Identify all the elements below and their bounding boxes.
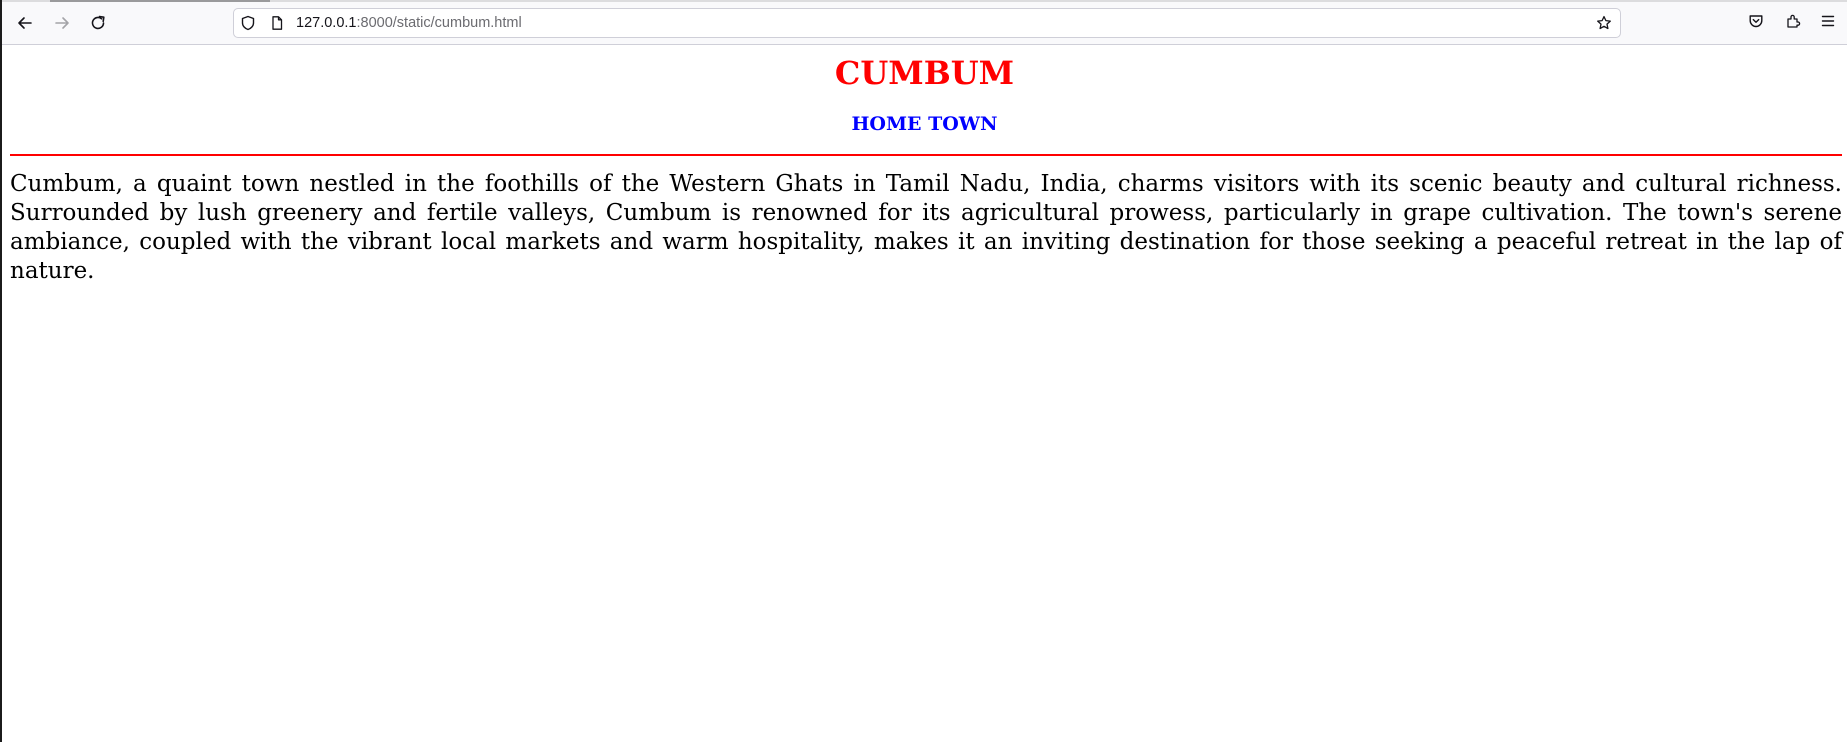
browser-toolbar: 127.0.0.1:8000/static/cumbum.html (0, 2, 1847, 45)
back-button[interactable] (10, 8, 40, 38)
pocket-icon (1748, 13, 1764, 33)
reload-icon (89, 14, 107, 32)
hamburger-menu-icon (1820, 13, 1836, 33)
reload-button[interactable] (83, 8, 113, 38)
town-description: Cumbum, a quaint town nestled in the foo… (10, 171, 1842, 284)
back-arrow-icon (16, 14, 34, 32)
address-bar[interactable]: 127.0.0.1:8000/static/cumbum.html (233, 8, 1621, 38)
app-menu-button[interactable] (1815, 10, 1841, 36)
extensions-icon (1785, 13, 1801, 33)
forward-arrow-icon (53, 14, 71, 32)
tracking-protection-shield-icon[interactable] (240, 15, 256, 31)
url-text[interactable]: 127.0.0.1:8000/static/cumbum.html (296, 15, 522, 31)
page-icon[interactable] (269, 15, 285, 31)
page-content: CUMBUM HOME TOWN Cumbum, a quaint town n… (2, 46, 1847, 742)
url-host: 127.0.0.1 (296, 15, 357, 31)
extensions-button[interactable] (1780, 10, 1806, 36)
bookmark-star-icon[interactable] (1596, 15, 1612, 31)
divider-rule (10, 154, 1842, 156)
pocket-button[interactable] (1743, 10, 1769, 36)
page-title: CUMBUM (834, 54, 1015, 92)
window-left-border (0, 0, 2, 742)
page-subtitle: HOME TOWN (851, 113, 998, 135)
url-path: :8000/static/cumbum.html (356, 15, 522, 31)
forward-button[interactable] (47, 8, 77, 38)
